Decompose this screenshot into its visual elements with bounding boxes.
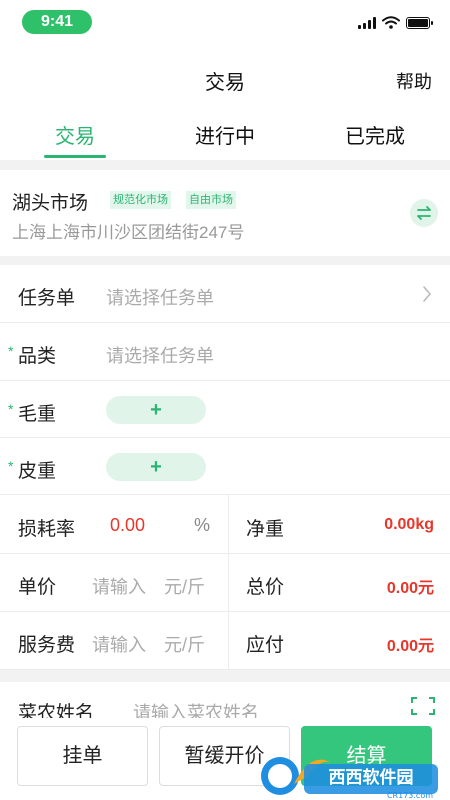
market-name: 湖头市场 bbox=[12, 193, 89, 214]
category-row[interactable]: * 品类 请选择任务单 bbox=[0, 323, 450, 381]
tab-completed[interactable]: 已完成 bbox=[300, 110, 450, 160]
page-title: 交易 bbox=[205, 72, 245, 94]
watermark-text: 西西软件园 bbox=[329, 767, 414, 788]
tab-in-progress[interactable]: 进行中 bbox=[150, 110, 300, 160]
required-mark: * bbox=[8, 401, 14, 417]
service-fee-input[interactable]: 请输入 bbox=[92, 631, 146, 657]
market-tag: 规范化市场 bbox=[110, 191, 171, 209]
nav-bar: 交易 帮助 bbox=[0, 46, 450, 110]
loss-net-row: 损耗率 0.00 % 净重 0.00kg bbox=[0, 495, 450, 554]
scan-icon[interactable] bbox=[410, 696, 436, 716]
tare-weight-label: 皮重 bbox=[18, 461, 57, 482]
column-divider bbox=[228, 495, 229, 670]
add-gross-weight-button[interactable]: + bbox=[106, 396, 206, 424]
wifi-icon bbox=[382, 16, 400, 29]
task-label: 任务单 bbox=[18, 288, 76, 309]
gross-weight-label: 毛重 bbox=[18, 404, 57, 425]
net-weight-value: 0.00kg bbox=[384, 516, 434, 533]
hold-order-button[interactable]: 挂单 bbox=[17, 726, 148, 786]
tab-bar: 交易 进行中 已完成 bbox=[0, 110, 450, 160]
unit-price-label: 单价 bbox=[18, 577, 57, 598]
unit-price-input[interactable]: 请输入 bbox=[92, 573, 146, 599]
battery-icon bbox=[406, 16, 433, 29]
task-select[interactable]: 请选择任务单 bbox=[106, 284, 214, 310]
market-tag: 自由市场 bbox=[186, 191, 236, 209]
status-icons bbox=[358, 16, 433, 29]
market-card[interactable]: 湖头市场 规范化市场 自由市场 上海上海市川沙区团结街247号 bbox=[0, 170, 450, 256]
price-row: 单价 请输入 元/斤 总价 0.00元 bbox=[0, 554, 450, 612]
unit-price-unit: 元/斤 bbox=[164, 577, 206, 597]
status-time: 9:41 bbox=[22, 10, 92, 34]
service-fee-label: 服务费 bbox=[18, 635, 76, 656]
loss-rate-label: 损耗率 bbox=[18, 519, 76, 540]
trade-form: 任务单 请选择任务单 * 品类 请选择任务单 * 毛重 + * 皮重 + 损耗率… bbox=[0, 265, 450, 670]
fee-row: 服务费 请输入 元/斤 应付 0.00元 bbox=[0, 612, 450, 670]
category-select[interactable]: 请选择任务单 bbox=[106, 342, 214, 368]
payable-value: 0.00元 bbox=[386, 638, 434, 655]
total-price-label: 总价 bbox=[246, 577, 285, 598]
watermark-sub: CR173.com bbox=[387, 791, 433, 800]
net-weight-label: 净重 bbox=[246, 519, 285, 540]
loss-rate-unit: % bbox=[194, 515, 211, 535]
payable-label: 应付 bbox=[246, 635, 285, 656]
swap-market-icon[interactable] bbox=[410, 199, 438, 227]
total-price-value: 0.00元 bbox=[386, 580, 434, 597]
signal-icon bbox=[358, 16, 376, 29]
service-fee-unit: 元/斤 bbox=[164, 635, 206, 655]
status-bar: 9:41 bbox=[0, 0, 450, 46]
tab-trade[interactable]: 交易 bbox=[0, 110, 150, 160]
category-label: 品类 bbox=[18, 346, 57, 367]
tare-weight-row: * 皮重 + bbox=[0, 438, 450, 495]
required-mark: * bbox=[8, 458, 14, 474]
add-tare-weight-button[interactable]: + bbox=[106, 453, 206, 481]
help-button[interactable]: 帮助 bbox=[396, 68, 432, 94]
task-row[interactable]: 任务单 请选择任务单 bbox=[0, 265, 450, 323]
required-mark: * bbox=[8, 343, 14, 359]
chevron-right-icon bbox=[423, 286, 431, 302]
watermark-logo: 西西软件园 CR173.com bbox=[250, 746, 450, 800]
loss-rate-input[interactable]: 0.00 bbox=[110, 515, 145, 536]
gross-weight-row: * 毛重 + bbox=[0, 381, 450, 438]
market-address: 上海上海市川沙区团结街247号 bbox=[12, 223, 245, 242]
